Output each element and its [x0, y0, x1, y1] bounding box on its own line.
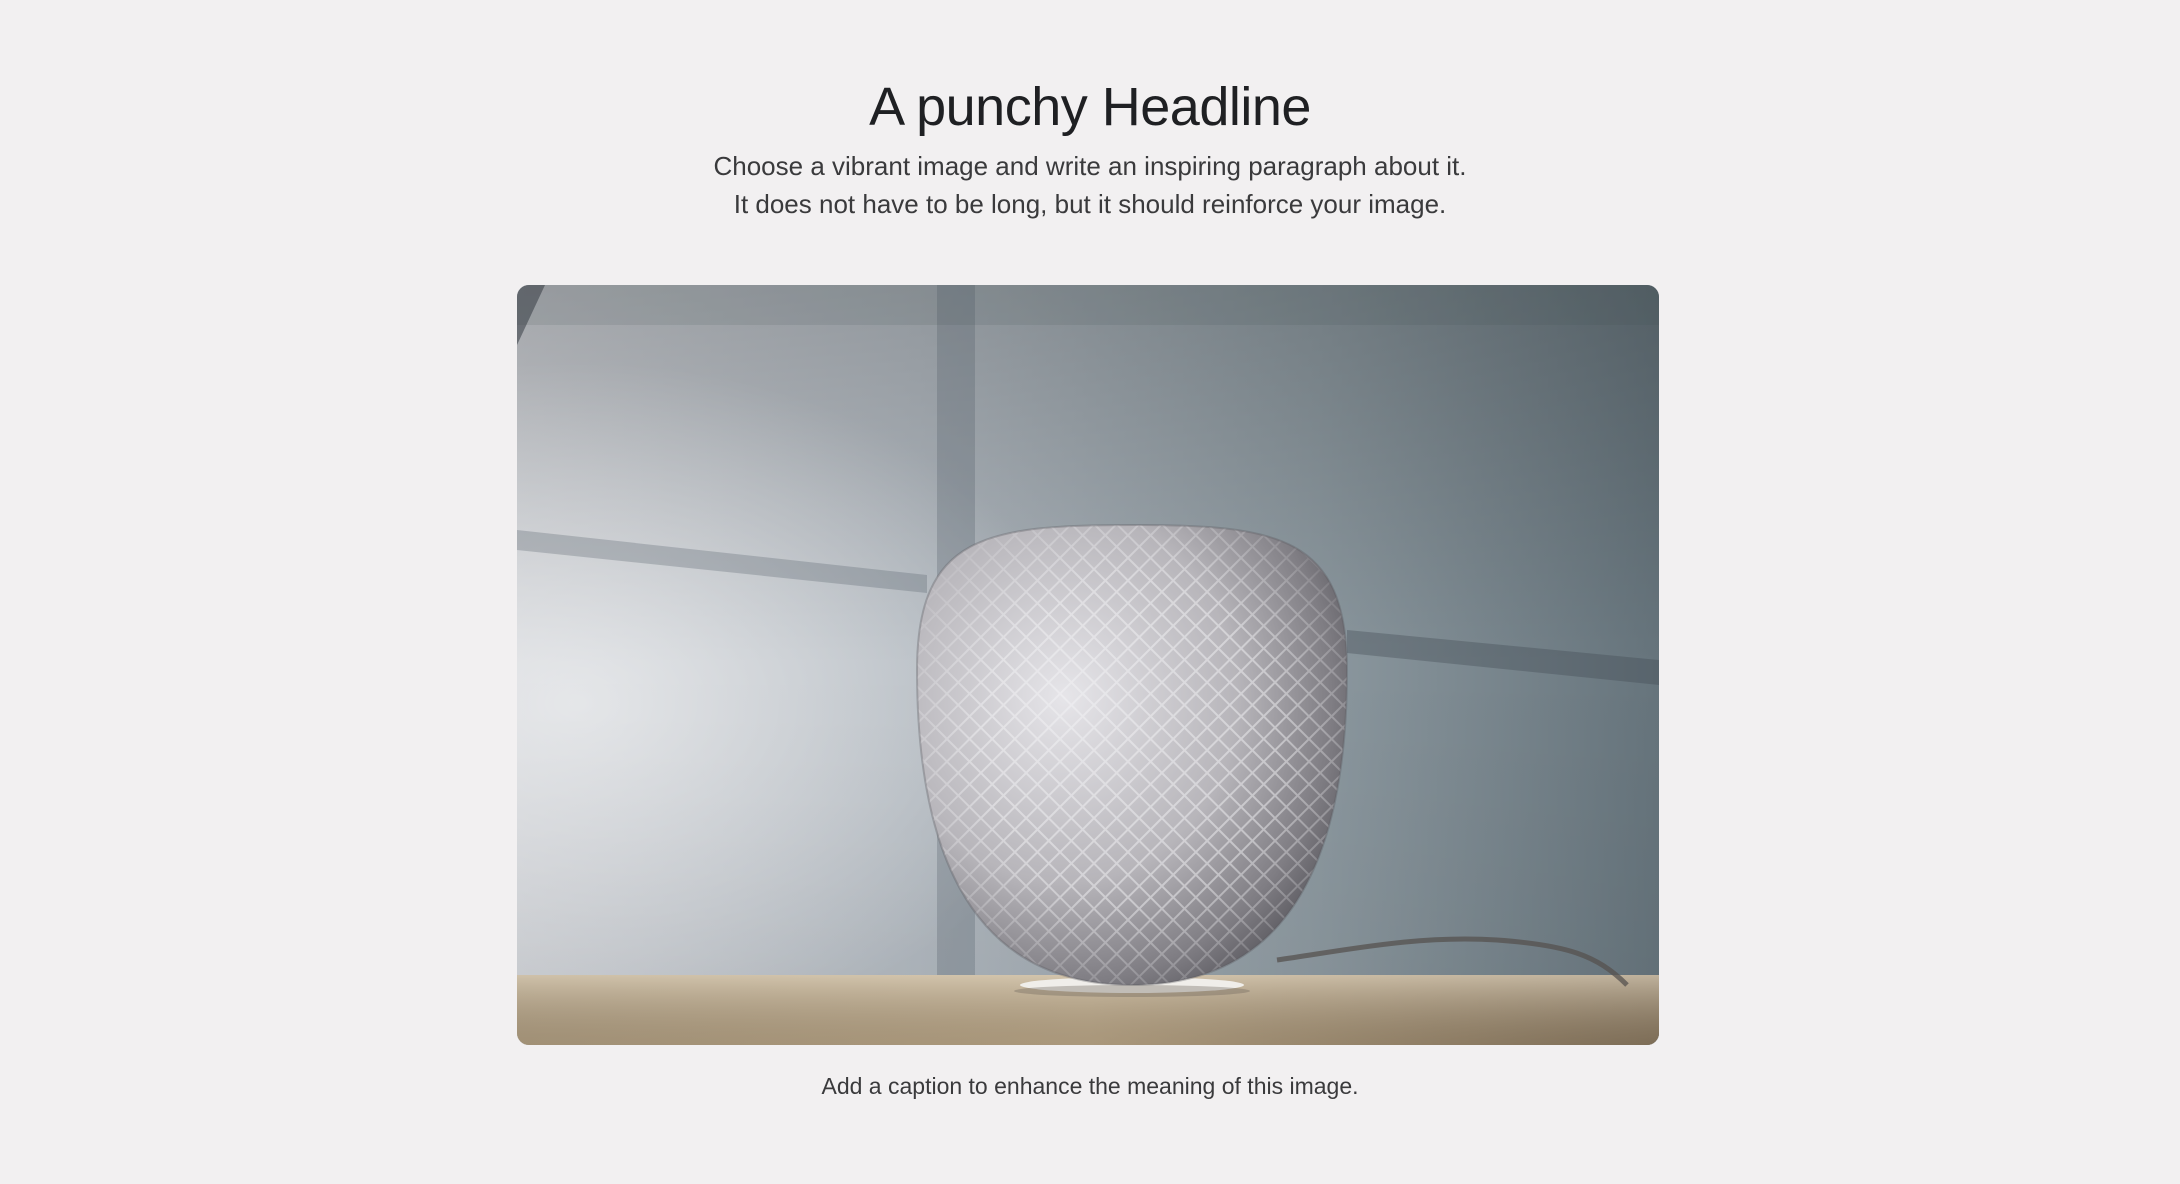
hero-image [517, 285, 1659, 1045]
speaker-photo [517, 285, 1659, 1045]
intro-paragraph-line-2: It does not have to be long, but it shou… [733, 189, 1447, 219]
image-caption: Add a caption to enhance the meaning of … [821, 1073, 1359, 1099]
intro-paragraph: Choose a vibrant image and write an insp… [0, 147, 2180, 223]
page-headline: A punchy Headline [869, 77, 1311, 137]
intro-paragraph-line-1: Choose a vibrant image and write an insp… [713, 151, 1467, 181]
